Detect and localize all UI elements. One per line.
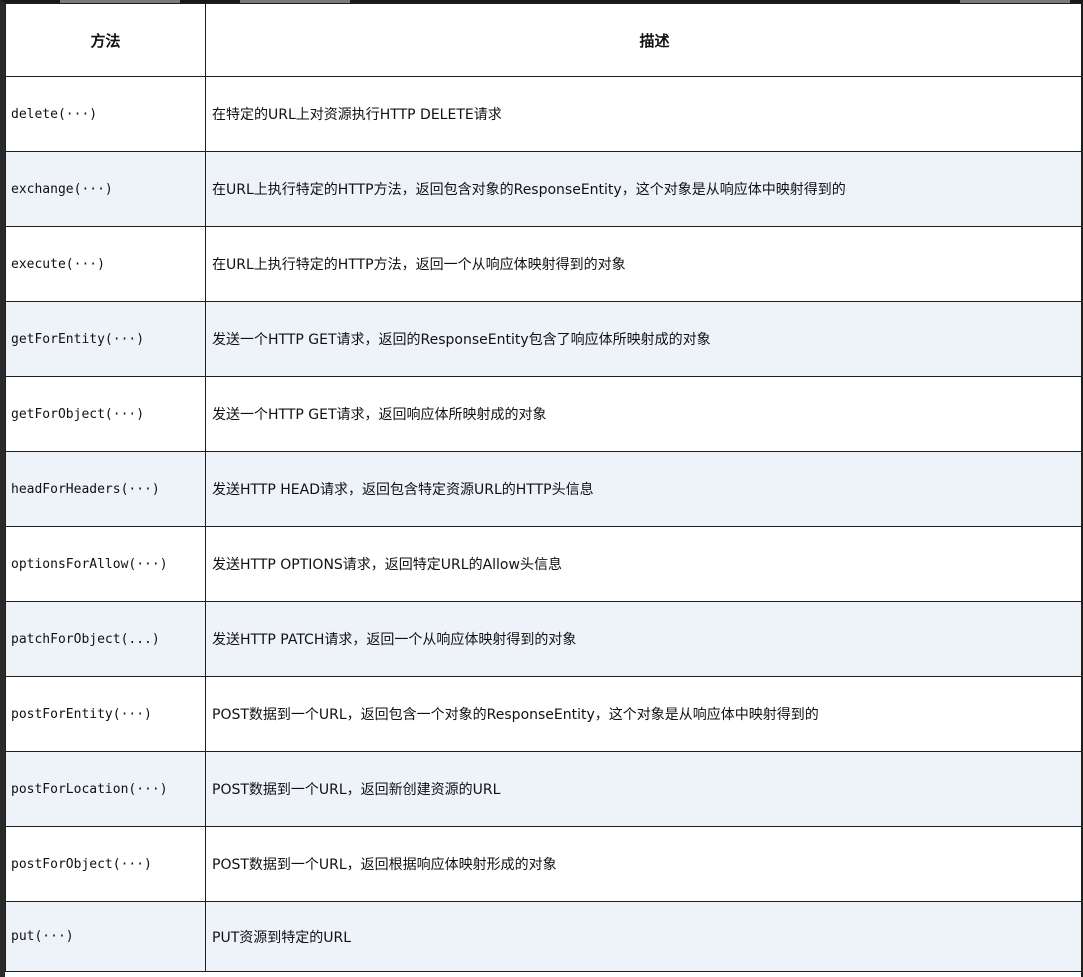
method-cell: headForHeaders(···) xyxy=(5,451,206,527)
description-cell: POST数据到一个URL，返回包含一个对象的ResponseEntity，这个对… xyxy=(205,676,1083,752)
description-cell: 发送HTTP OPTIONS请求，返回特定URL的Allow头信息 xyxy=(205,526,1083,602)
method-cell: exchange(···) xyxy=(5,151,206,227)
method-cell: patchForObject(...) xyxy=(5,601,206,677)
method-cell: put(···) xyxy=(5,901,206,972)
method-cell: delete(···) xyxy=(5,76,206,152)
method-cell: postForObject(···) xyxy=(5,826,206,902)
table-row: delete(···) 在特定的URL上对资源执行HTTP DELETE请求 xyxy=(5,76,1083,152)
table-row: exchange(···) 在URL上执行特定的HTTP方法，返回包含对象的Re… xyxy=(5,151,1083,227)
description-cell: 在URL上执行特定的HTTP方法，返回一个从响应体映射得到的对象 xyxy=(205,226,1083,302)
method-cell: execute(···) xyxy=(5,226,206,302)
description-column-header: 描述 xyxy=(205,3,1083,77)
description-cell: 在URL上执行特定的HTTP方法，返回包含对象的ResponseEntity，这… xyxy=(205,151,1083,227)
table-row: optionsForAllow(···) 发送HTTP OPTIONS请求，返回… xyxy=(5,526,1083,602)
table-row: headForHeaders(···) 发送HTTP HEAD请求，返回包含特定… xyxy=(5,451,1083,527)
method-column-header: 方法 xyxy=(5,3,206,77)
method-cell: postForEntity(···) xyxy=(5,676,206,752)
table-row: postForEntity(···) POST数据到一个URL，返回包含一个对象… xyxy=(5,676,1083,752)
description-cell: 发送一个HTTP GET请求，返回响应体所映射成的对象 xyxy=(205,376,1083,452)
method-cell: getForObject(···) xyxy=(5,376,206,452)
table-row: postForLocation(···) POST数据到一个URL，返回新创建资… xyxy=(5,751,1083,827)
description-cell: POST数据到一个URL，返回根据响应体映射形成的对象 xyxy=(205,826,1083,902)
table-row: put(···) PUT资源到特定的URL xyxy=(5,901,1083,972)
description-cell: 发送HTTP HEAD请求，返回包含特定资源URL的HTTP头信息 xyxy=(205,451,1083,527)
description-cell: 在特定的URL上对资源执行HTTP DELETE请求 xyxy=(205,76,1083,152)
table-header-row: 方法 描述 xyxy=(5,3,1083,77)
method-cell: postForLocation(···) xyxy=(5,751,206,827)
method-cell: getForEntity(···) xyxy=(5,301,206,377)
description-cell: 发送HTTP PATCH请求，返回一个从响应体映射得到的对象 xyxy=(205,601,1083,677)
method-cell: optionsForAllow(···) xyxy=(5,526,206,602)
page: { "table": { "headers": { "method": "方法"… xyxy=(0,0,1083,977)
table-row: getForEntity(···) 发送一个HTTP GET请求，返回的Resp… xyxy=(5,301,1083,377)
table-row: postForObject(···) POST数据到一个URL，返回根据响应体映… xyxy=(5,826,1083,902)
table-row: getForObject(···) 发送一个HTTP GET请求，返回响应体所映… xyxy=(5,376,1083,452)
resttemplate-methods-table: 方法 描述 delete(···) 在特定的URL上对资源执行HTTP DELE… xyxy=(5,3,1083,972)
description-cell: 发送一个HTTP GET请求，返回的ResponseEntity包含了响应体所映… xyxy=(205,301,1083,377)
table-row: patchForObject(...) 发送HTTP PATCH请求，返回一个从… xyxy=(5,601,1083,677)
description-cell: PUT资源到特定的URL xyxy=(205,901,1083,972)
description-cell: POST数据到一个URL，返回新创建资源的URL xyxy=(205,751,1083,827)
table-row: execute(···) 在URL上执行特定的HTTP方法，返回一个从响应体映射… xyxy=(5,226,1083,302)
